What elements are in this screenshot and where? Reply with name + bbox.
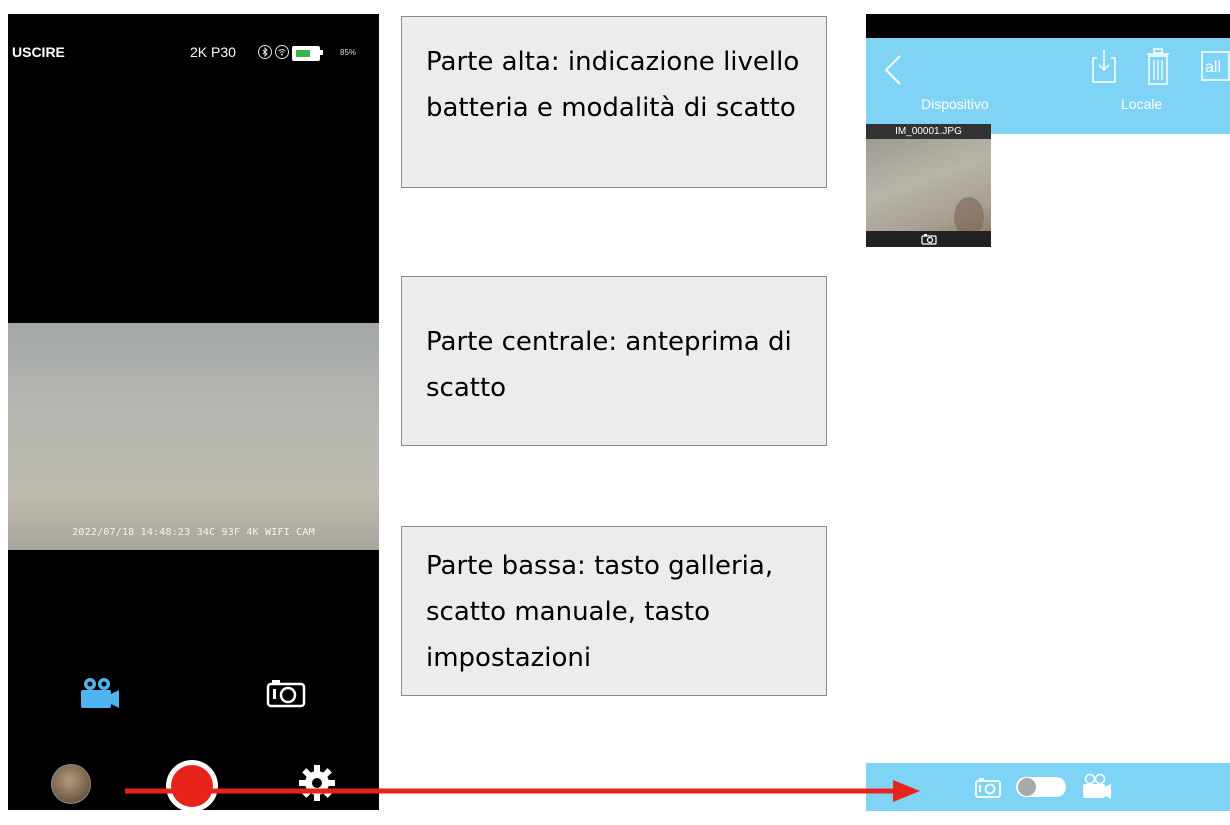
tab-local[interactable]: Locale <box>1121 96 1162 112</box>
arrow-connector <box>125 780 920 802</box>
file-name: IM_00001.JPG <box>866 124 991 139</box>
status-bar: USCIRE 2K P30 85% <box>8 14 379 94</box>
select-all-label: all <box>1205 59 1221 76</box>
camera-icon <box>921 234 937 245</box>
preview-timestamp: 2022/07/18 14:48:23 34C 93F 4K WIFI CAM <box>72 527 315 538</box>
gallery-bottom-bar <box>866 763 1230 811</box>
thumbnail-image <box>866 139 991 231</box>
gallery-header: all Dispositivo Locale <box>866 38 1230 134</box>
thumbnail-footer <box>866 231 991 247</box>
camera-icon[interactable] <box>975 776 1001 798</box>
capture-mode-label: 2K P30 <box>190 44 236 60</box>
exit-button[interactable]: USCIRE <box>12 44 65 60</box>
camera-preview: 2022/07/18 14:48:23 34C 93F 4K WIFI CAM <box>8 323 379 550</box>
video-mode-icon[interactable] <box>78 676 120 710</box>
download-icon[interactable] <box>1091 48 1117 84</box>
back-chevron-icon[interactable] <box>880 50 904 90</box>
battery-icon <box>292 46 323 61</box>
callout-middle-section: Parte centrale: anteprima di scatto <box>401 276 827 446</box>
tab-device[interactable]: Dispositivo <box>921 96 989 112</box>
battery-percent: 85% <box>340 48 357 57</box>
callout-top-section: Parte alta: indicazione livello batteria… <box>401 16 827 188</box>
system-status-bar <box>866 14 1230 38</box>
trash-icon[interactable] <box>1146 48 1170 86</box>
bluetooth-icon <box>258 45 272 59</box>
camera-screen: USCIRE 2K P30 85% 2022/07/18 14:48:23 34… <box>8 14 379 812</box>
status-icons <box>258 44 289 60</box>
video-camera-icon[interactable] <box>1080 773 1112 801</box>
camera-icon[interactable] <box>266 678 306 708</box>
wifi-icon <box>275 45 289 59</box>
gallery-button[interactable] <box>51 764 91 804</box>
select-all-icon[interactable]: all <box>1200 50 1230 82</box>
photo-video-toggle[interactable] <box>1016 777 1066 797</box>
photo-thumbnail[interactable]: IM_00001.JPG <box>866 124 991 247</box>
callout-bottom-section: Parte bassa: tasto galleria, scatto manu… <box>401 526 827 696</box>
gallery-screen: all Dispositivo Locale IM_00001.JPG <box>866 14 1230 811</box>
